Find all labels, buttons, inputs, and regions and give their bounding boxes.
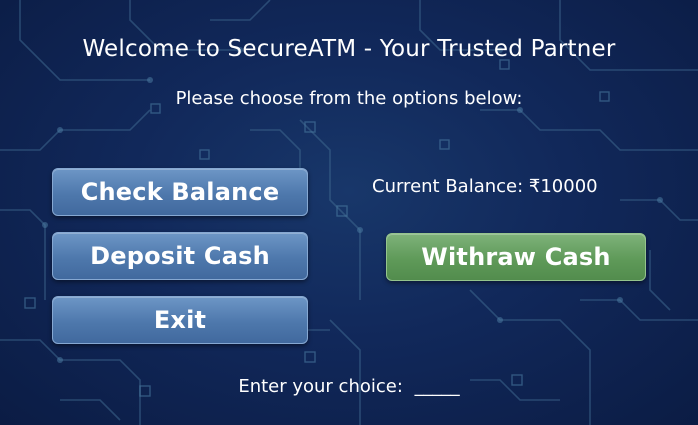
withdraw-cash-button[interactable]: Withraw Cash [386, 233, 646, 281]
page-title: Welcome to SecureATM - Your Trusted Part… [82, 36, 616, 62]
deposit-cash-button[interactable]: Deposit Cash [52, 232, 308, 280]
instructions-text: Please choose from the options below: [175, 88, 523, 109]
atm-screen: Welcome to SecureATM - Your Trusted Part… [0, 0, 698, 425]
exit-button[interactable]: Exit [52, 296, 308, 344]
choice-prompt: Enter your choice: _____ [0, 376, 698, 397]
choice-prompt-label: Enter your choice: [238, 376, 403, 397]
choice-input-blank[interactable]: _____ [415, 376, 460, 397]
current-balance-text: Current Balance: ₹10000 [372, 176, 598, 197]
check-balance-button[interactable]: Check Balance [52, 168, 308, 216]
